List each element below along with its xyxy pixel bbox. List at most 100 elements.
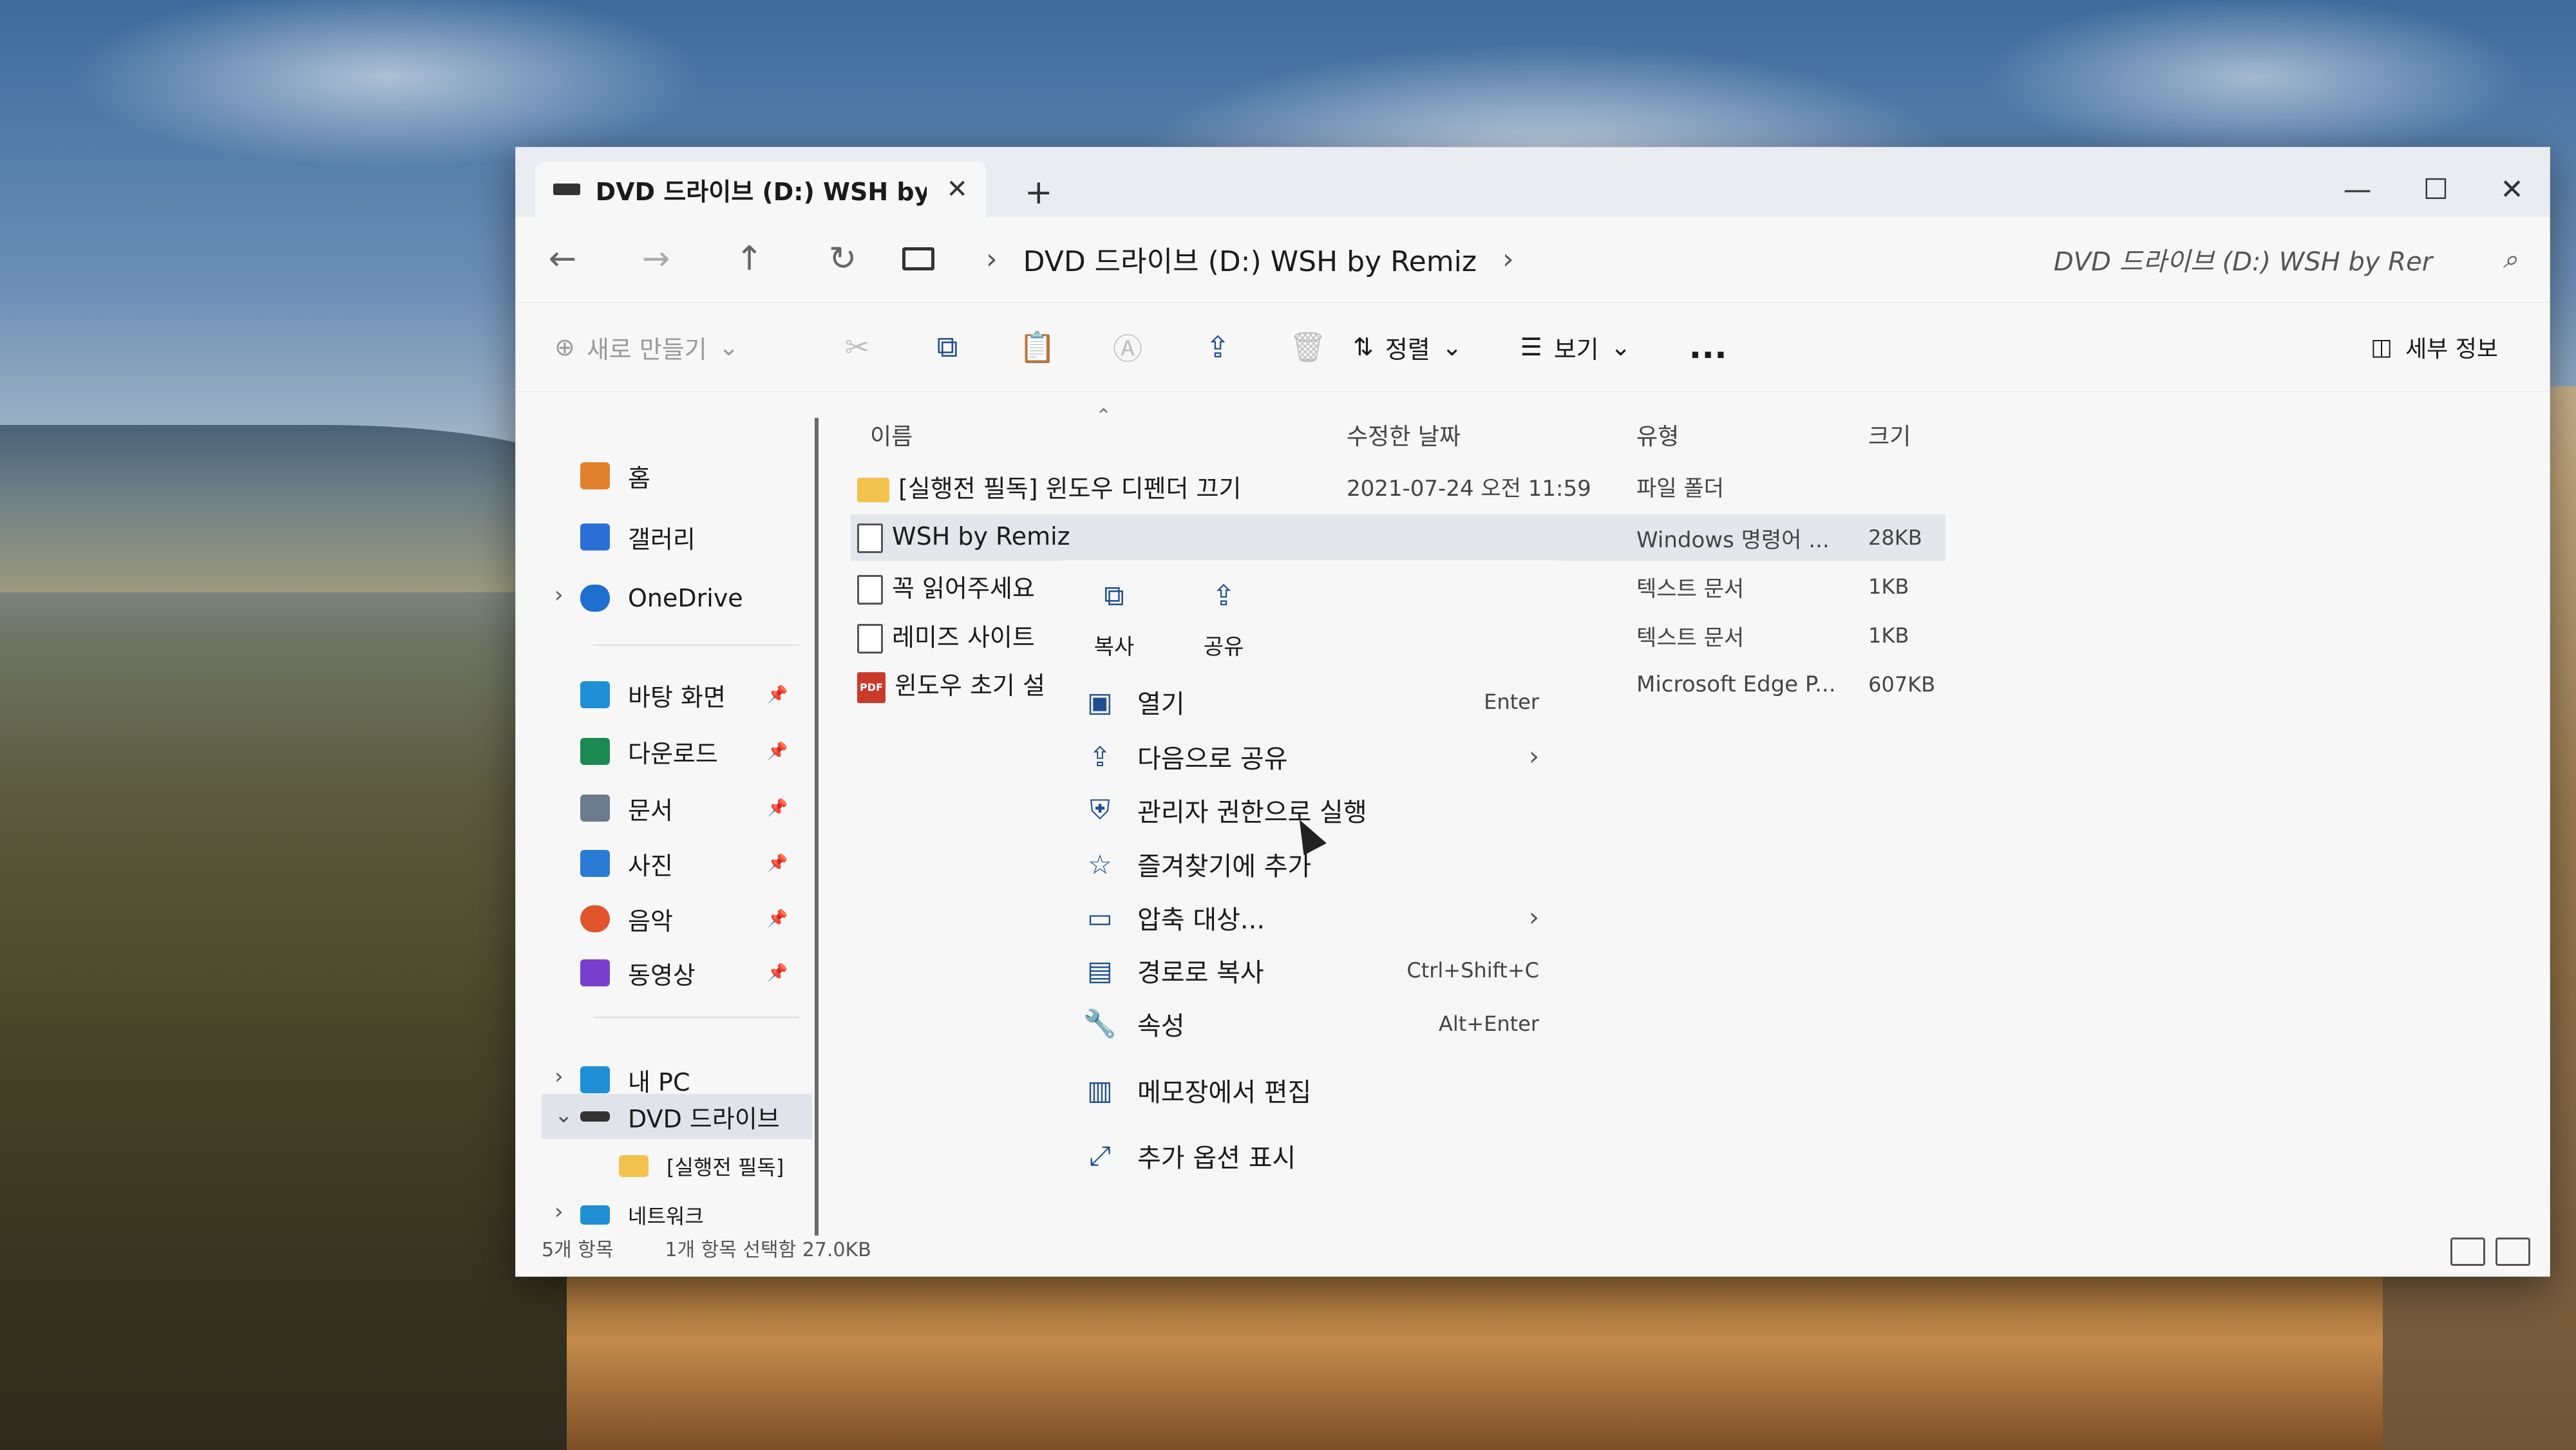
delete-icon[interactable]: 🗑 [1263, 330, 1353, 365]
chevron-down-icon[interactable]: ⌄ [554, 1102, 573, 1128]
sidebar-item-onedrive[interactable]: OneDrive [580, 579, 743, 617]
breadcrumb-path[interactable]: DVD 드라이브 (D:) WSH by Remiz [1023, 238, 1477, 279]
close-window-button[interactable]: ✕ [2500, 173, 2524, 206]
tab-title: DVD 드라이브 (D:) WSH by R [595, 177, 927, 206]
sidebar-item-this-pc[interactable]: 내 PC [580, 1060, 690, 1099]
shield-icon: ⛨ [1090, 794, 1110, 825]
sidebar-item-label: DVD 드라이브 [628, 1104, 780, 1133]
sidebar-item-label: 문서 [628, 796, 673, 825]
title-bar: DVD 드라이브 (D:) WSH by R ✕ + — ☐ ✕ [516, 147, 2550, 217]
copy-icon[interactable]: ⧉ [902, 329, 992, 365]
refresh-button[interactable]: ↻ [796, 240, 889, 278]
column-header-type[interactable]: 유형 [1636, 418, 1679, 451]
paste-icon[interactable]: 📋 [992, 330, 1083, 365]
menu-item-copy-path[interactable]: ▤ 경로로 복사 Ctrl+Shift+C [1082, 948, 1539, 993]
copy-icon: ⧉ [1104, 579, 1124, 612]
chevron-right-icon[interactable]: › [986, 243, 998, 276]
search-input[interactable]: DVD 드라이브 (D:) WSH by Rer ⌕ [2054, 235, 2517, 284]
pin-icon[interactable]: 📌 [767, 854, 788, 873]
pin-icon[interactable]: 📌 [767, 685, 788, 704]
breadcrumb[interactable]: › DVD 드라이브 (D:) WSH by Remiz › [902, 238, 1540, 279]
up-button[interactable]: ↑ [703, 240, 796, 278]
sidebar-item-network[interactable]: 네트워크 [580, 1196, 704, 1234]
menu-item-label: 열기 [1137, 690, 1185, 719]
back-button[interactable]: ← [516, 240, 609, 278]
minimize-button[interactable]: — [2344, 173, 2372, 206]
chevron-down-icon: ⌄ [1610, 333, 1631, 361]
column-header-size[interactable]: 크기 [1868, 418, 1911, 451]
menu-item-properties[interactable]: 🔧 속성 Alt+Enter [1082, 1001, 1539, 1046]
menu-item-show-more-options[interactable]: ⤢ 추가 옵션 표시 [1082, 1133, 1539, 1178]
cut-icon[interactable]: ✂ [812, 330, 902, 364]
rename-icon[interactable]: Ⓐ [1083, 326, 1173, 368]
column-header-name[interactable]: 이름 [870, 418, 913, 451]
sidebar-item-folder[interactable]: [실행전 필독] [619, 1147, 784, 1185]
menu-item-compress[interactable]: ▭ 압축 대상... › [1082, 895, 1539, 940]
pin-icon[interactable]: 📌 [767, 798, 788, 818]
folder-icon [619, 1155, 649, 1177]
details-pane-button[interactable]: ◫ 세부 정보 [2371, 330, 2498, 364]
file-size: 1KB [1868, 574, 1909, 599]
menu-item-edit-notepad[interactable]: ▥ 메모장에서 편집 [1082, 1068, 1539, 1113]
sidebar-item-music[interactable]: 음악 [580, 899, 673, 938]
new-tab-button[interactable]: + [1025, 173, 1053, 212]
pin-icon[interactable]: 📌 [767, 742, 788, 761]
sidebar-item-dvd-drive[interactable]: DVD 드라이브 [580, 1097, 780, 1136]
close-tab-icon[interactable]: ✕ [946, 174, 968, 204]
chevron-right-icon[interactable]: › [554, 582, 564, 608]
file-type: 텍스트 문서 [1636, 576, 1745, 602]
menu-item-label: 즐겨찾기에 추가 [1137, 852, 1312, 881]
desktop-icon [580, 681, 610, 708]
menu-item-open[interactable]: ▣ 열기 Enter [1082, 679, 1539, 724]
view-button[interactable]: ☰ 보기 ⌄ [1520, 330, 1631, 365]
sort-button[interactable]: ⇅ 정렬 ⌄ [1353, 330, 1463, 365]
file-size: 607KB [1868, 672, 1936, 697]
chevron-right-icon[interactable]: › [554, 1064, 564, 1089]
sidebar-item-home[interactable]: 홈 [580, 457, 650, 495]
column-header-date[interactable]: 수정한 날짜 [1347, 418, 1461, 451]
sidebar-item-label: 사진 [628, 851, 673, 880]
menu-item-label: 추가 옵션 표시 [1137, 1144, 1296, 1173]
menu-item-label: 메모장에서 편집 [1137, 1078, 1312, 1107]
maximize-button[interactable]: ☐ [2423, 173, 2448, 206]
file-name-cell: 꼭 읽어주세요 [857, 569, 1035, 605]
view-switcher [2450, 1238, 2530, 1266]
details-view-icon[interactable] [2450, 1238, 2485, 1266]
table-row-selected[interactable]: WSH by Remiz Windows 명령어 ... 28KB [851, 514, 1946, 561]
new-button[interactable]: ⊕ 새로 만들기 ⌄ [554, 330, 812, 365]
share-action[interactable]: ⇪ 공유 [1198, 579, 1249, 661]
status-bar: 5개 항목 1개 항목 선택함 27.0KB [542, 1234, 871, 1262]
navigation-pane: 홈 갤러리 › OneDrive 바탕 화면 📌 다운로드 📌 문서 📌 사진 … [542, 418, 819, 1236]
copy-path-icon: ▤ [1087, 954, 1113, 986]
menu-item-share-with[interactable]: ⇪ 다음으로 공유 › [1082, 734, 1539, 779]
tiles-view-icon[interactable] [2496, 1238, 2530, 1266]
file-name-cell: WSH by Remiz [857, 522, 1070, 553]
sidebar-item-documents[interactable]: 문서 [580, 789, 673, 827]
dvd-icon [580, 1111, 610, 1122]
sidebar-item-pictures[interactable]: 사진 [580, 844, 673, 883]
file-name: 레미즈 사이트 [892, 623, 1035, 652]
table-row[interactable]: [실행전 필독] 윈도우 디펜더 끄기 2021-07-24 오전 11:59 … [851, 463, 1946, 509]
copy-action[interactable]: ⧉ 복사 [1088, 579, 1140, 661]
forward-button[interactable]: → [609, 240, 703, 278]
chevron-right-icon[interactable]: › [554, 1199, 564, 1225]
sidebar-item-downloads[interactable]: 다운로드 [580, 732, 718, 771]
share-icon[interactable]: ⇪ [1173, 330, 1263, 364]
plus-circle-icon: ⊕ [554, 333, 575, 361]
menu-item-label: 속성 [1137, 1012, 1185, 1041]
sidebar-item-videos[interactable]: 동영상 [580, 954, 696, 992]
wallpaper-cliff [567, 1256, 2576, 1450]
search-placeholder: DVD 드라이브 (D:) WSH by Rer [2054, 247, 2433, 277]
tab-dvd-drive[interactable]: DVD 드라이브 (D:) WSH by R ✕ [535, 162, 986, 217]
network-icon [580, 1205, 610, 1225]
more-options-button[interactable]: ... [1689, 328, 1727, 366]
sidebar-item-desktop[interactable]: 바탕 화면 [580, 675, 726, 714]
sidebar-item-gallery[interactable]: 갤러리 [580, 518, 696, 556]
pin-icon[interactable]: 📌 [767, 909, 788, 928]
chevron-right-icon[interactable]: › [1502, 243, 1514, 276]
this-pc-icon[interactable] [902, 247, 934, 270]
menu-shortcut: Alt+Enter [1438, 1012, 1539, 1036]
pin-icon[interactable]: 📌 [767, 963, 788, 983]
open-icon: ▣ [1087, 686, 1113, 718]
folder-icon [857, 478, 889, 502]
